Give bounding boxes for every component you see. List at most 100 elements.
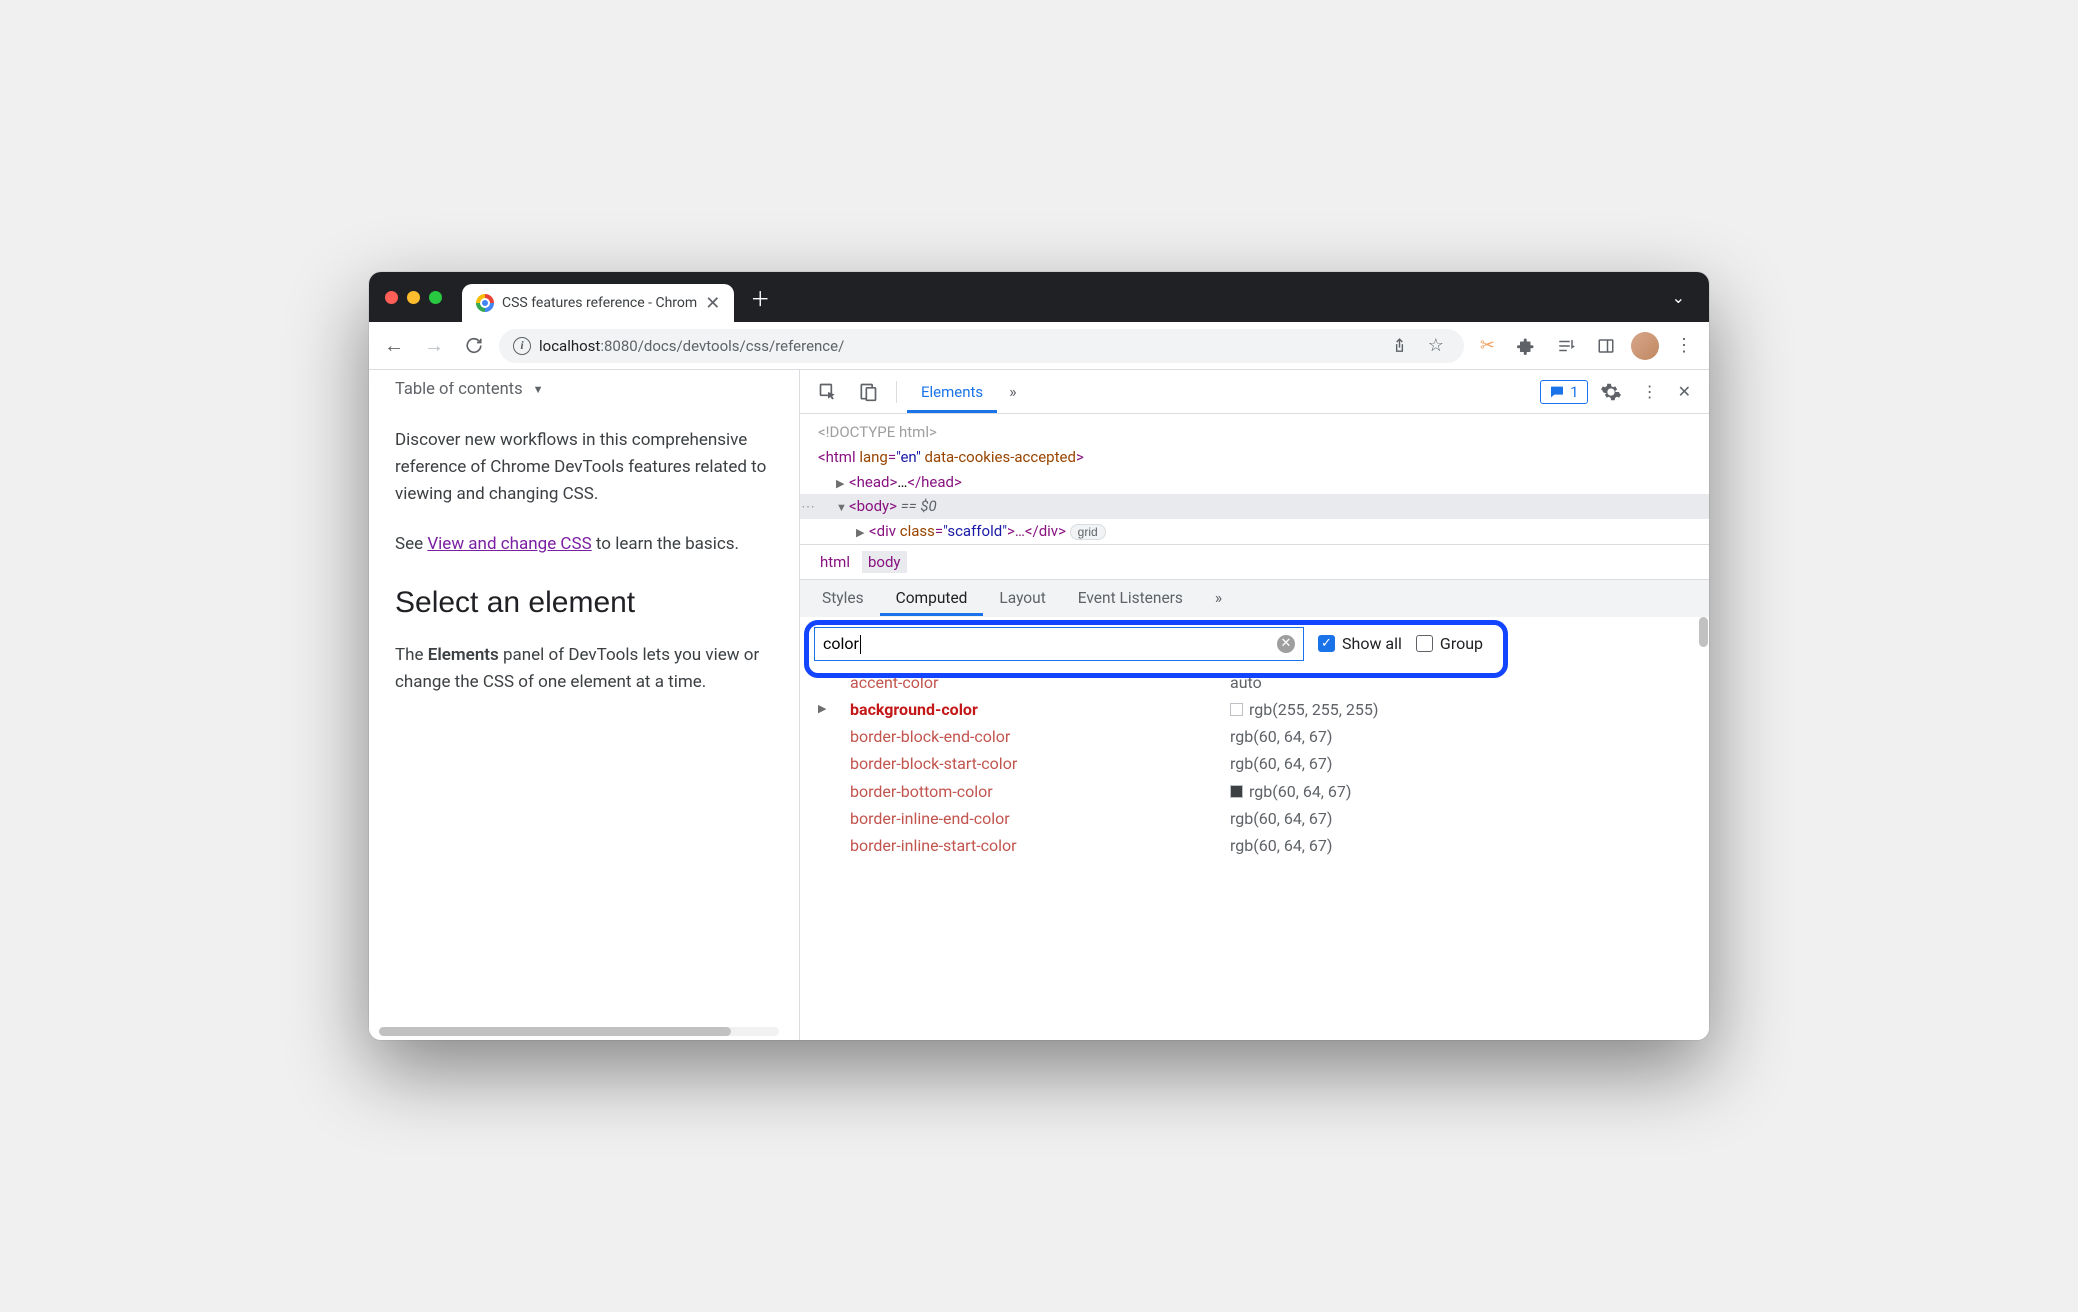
computed-property-row[interactable]: ▶background-colorrgb(255, 255, 255) (818, 696, 1709, 723)
chevron-down-icon: ▼ (533, 383, 544, 396)
tab-title: CSS features reference - Chrom (502, 295, 697, 311)
extensions-icon[interactable] (1511, 333, 1541, 359)
grid-badge[interactable]: grid (1070, 524, 1106, 540)
forward-button[interactable]: → (419, 327, 449, 364)
back-button[interactable]: ← (379, 327, 409, 364)
toc-label: Table of contents (395, 382, 523, 399)
new-tab-button[interactable]: ＋ (750, 283, 770, 312)
expand-arrow-icon[interactable]: ▶ (818, 700, 832, 719)
titlebar: CSS features reference - Chrom ✕ ＋ ⌄ (369, 272, 1709, 322)
tab-computed[interactable]: Computed (880, 581, 984, 615)
content-area: Table of contents ▼ Discover new workflo… (369, 370, 1709, 1040)
property-name: border-inline-end-color (832, 805, 1230, 832)
computed-properties-list: accent-colorauto▶background-colorrgb(255… (800, 669, 1709, 1040)
elements-tab[interactable]: Elements (907, 373, 997, 411)
elements-panel-paragraph: The Elements panel of DevTools lets you … (395, 642, 771, 696)
horizontal-scrollbar[interactable] (379, 1027, 779, 1036)
property-name: border-block-end-color (832, 723, 1230, 750)
tab-layout[interactable]: Layout (983, 581, 1061, 615)
select-element-heading: Select an element (395, 586, 771, 620)
address-bar[interactable]: i localhost:8080/docs/devtools/css/refer… (499, 329, 1464, 363)
bookmark-star-icon[interactable]: ☆ (1422, 331, 1450, 360)
expand-arrow-icon[interactable] (856, 519, 869, 544)
group-label: Group (1440, 634, 1483, 653)
show-all-label: Show all (1342, 634, 1402, 653)
reload-button[interactable] (459, 330, 489, 361)
inspect-element-icon[interactable] (810, 376, 846, 408)
filter-input[interactable]: color ✕ (814, 627, 1304, 661)
issues-badge[interactable]: 1 (1540, 380, 1587, 404)
share-icon[interactable] (1385, 333, 1414, 358)
devtools-header: Elements » 1 ⋮ ✕ (800, 370, 1709, 414)
profile-avatar[interactable] (1631, 332, 1659, 360)
div-scaffold-node[interactable]: <div class="scaffold">…</div> grid (800, 519, 1709, 544)
toc-toggle[interactable]: Table of contents ▼ (395, 382, 771, 399)
computed-property-row[interactable]: border-block-end-colorrgb(60, 64, 67) (818, 723, 1709, 750)
property-value: rgb(60, 64, 67) (1230, 778, 1351, 805)
maximize-window-button[interactable] (429, 291, 442, 304)
property-value: rgb(60, 64, 67) (1230, 750, 1332, 777)
computed-property-row[interactable]: border-inline-end-colorrgb(60, 64, 67) (818, 805, 1709, 832)
property-name: background-color (832, 696, 1230, 723)
group-checkbox[interactable]: Group (1416, 634, 1483, 653)
property-name: border-block-start-color (832, 750, 1230, 777)
computed-property-row[interactable]: border-inline-start-colorrgb(60, 64, 67) (818, 832, 1709, 859)
device-toggle-icon[interactable] (850, 376, 886, 408)
crumb-body[interactable]: body (862, 551, 907, 573)
dom-tree: <!DOCTYPE html> <html lang="en" data-coo… (800, 414, 1709, 544)
browser-toolbar: ← → i localhost:8080/docs/devtools/css/r… (369, 322, 1709, 370)
breadcrumb: html body (800, 544, 1709, 579)
site-info-icon[interactable]: i (513, 337, 531, 355)
more-tabs-button[interactable]: » (1001, 376, 1025, 407)
issues-count: 1 (1570, 383, 1578, 401)
computed-property-row[interactable]: accent-colorauto (818, 669, 1709, 696)
close-window-button[interactable] (385, 291, 398, 304)
browser-menu-button[interactable]: ⋮ (1669, 331, 1699, 360)
property-value: rgb(255, 255, 255) (1230, 696, 1378, 723)
color-swatch-icon[interactable] (1230, 703, 1243, 716)
property-value: auto (1230, 669, 1262, 696)
browser-window: CSS features reference - Chrom ✕ ＋ ⌄ ← →… (369, 272, 1709, 1040)
intro-paragraph: Discover new workflows in this comprehen… (395, 427, 771, 509)
window-controls (385, 291, 442, 304)
crumb-html[interactable]: html (814, 551, 856, 573)
clear-filter-icon[interactable]: ✕ (1277, 635, 1295, 653)
computed-property-row[interactable]: border-bottom-colorrgb(60, 64, 67) (818, 778, 1709, 805)
body-node-selected[interactable]: <body> == $0 (800, 494, 1709, 519)
settings-gear-icon[interactable] (1592, 375, 1630, 409)
checkbox-unchecked-icon (1416, 635, 1433, 652)
close-devtools-button[interactable]: ✕ (1670, 376, 1699, 407)
property-name: border-bottom-color (832, 778, 1230, 805)
devtools-panel: Elements » 1 ⋮ ✕ <!DOCTYPE html> <html l… (799, 370, 1709, 1040)
property-name: border-inline-start-color (832, 832, 1230, 859)
property-name: accent-color (832, 669, 1230, 696)
close-tab-button[interactable]: ✕ (705, 293, 720, 314)
head-node[interactable]: <head>…</head> (800, 470, 1709, 495)
side-panel-icon[interactable] (1591, 333, 1621, 359)
more-styles-tabs[interactable]: » (1199, 581, 1238, 615)
show-all-checkbox[interactable]: ✓ Show all (1318, 634, 1402, 653)
html-node[interactable]: <html lang="en" data-cookies-accepted> (800, 445, 1709, 470)
chrome-favicon-icon (476, 294, 494, 312)
url-text: localhost:8080/docs/devtools/css/referen… (539, 337, 1377, 355)
scissors-icon[interactable]: ✂ (1474, 331, 1501, 360)
devtools-menu-button[interactable]: ⋮ (1634, 376, 1666, 407)
color-swatch-icon[interactable] (1230, 785, 1243, 798)
expand-arrow-icon[interactable] (836, 470, 849, 495)
property-value: rgb(60, 64, 67) (1230, 805, 1332, 832)
tab-event-listeners[interactable]: Event Listeners (1062, 581, 1199, 615)
checkbox-checked-icon: ✓ (1318, 635, 1335, 652)
styles-tabs: Styles Computed Layout Event Listeners » (800, 579, 1709, 617)
computed-property-row[interactable]: border-block-start-colorrgb(60, 64, 67) (818, 750, 1709, 777)
filter-bar: color ✕ ✓ Show all Group (800, 617, 1709, 669)
collapse-arrow-icon[interactable] (836, 494, 849, 519)
minimize-window-button[interactable] (407, 291, 420, 304)
property-value: rgb(60, 64, 67) (1230, 723, 1332, 750)
view-change-css-link[interactable]: View and change CSS (427, 534, 591, 554)
reading-list-icon[interactable] (1551, 333, 1581, 359)
browser-tab[interactable]: CSS features reference - Chrom ✕ (462, 284, 734, 322)
tabs-dropdown-button[interactable]: ⌄ (1672, 288, 1685, 307)
tab-styles[interactable]: Styles (806, 581, 880, 615)
filter-text: color (823, 634, 1269, 654)
doctype-node[interactable]: <!DOCTYPE html> (800, 420, 1709, 445)
